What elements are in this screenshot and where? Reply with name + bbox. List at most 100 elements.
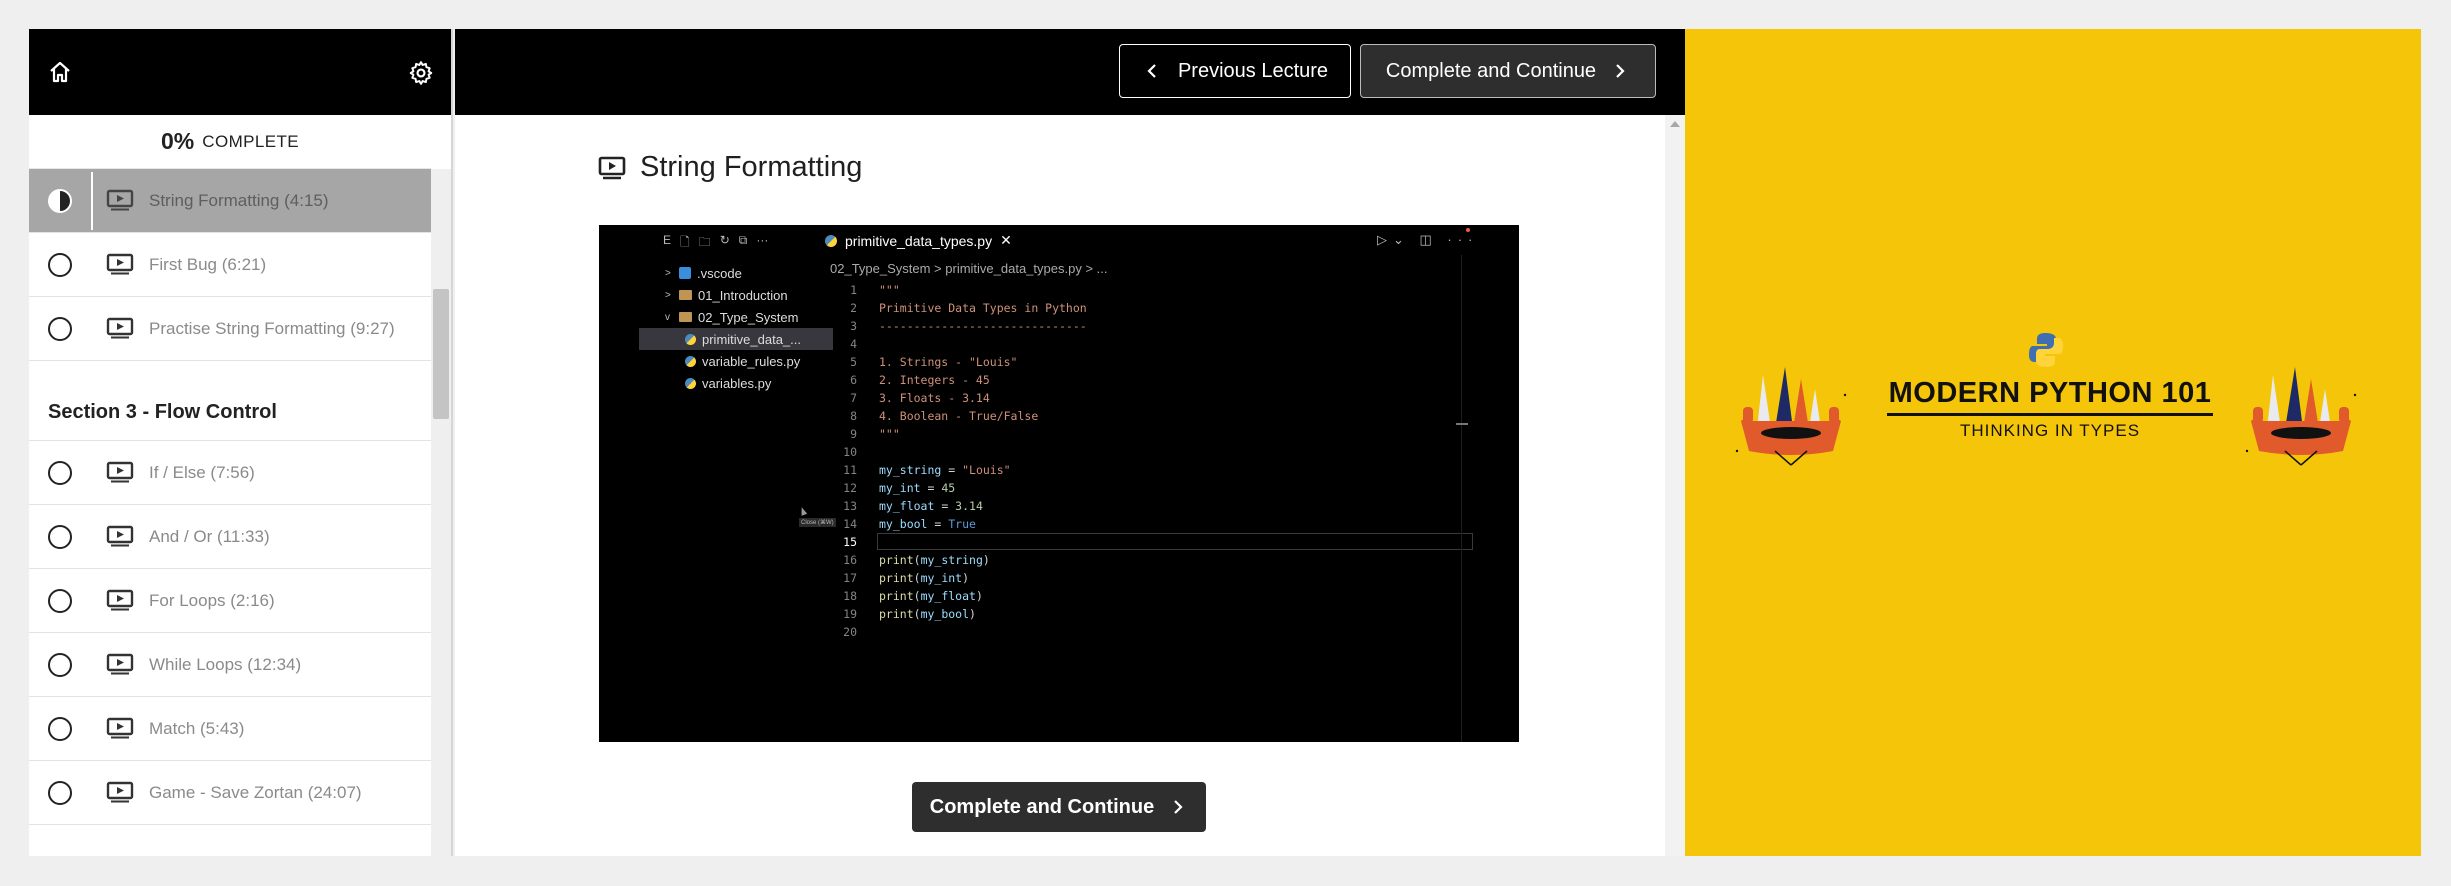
file-explorer-tree: > .vscode >01_Introduction v 02_Type_Syste…	[639, 262, 833, 394]
progress-label: COMPLETE	[202, 131, 299, 151]
new-folder-icon: 🗀	[698, 235, 711, 249]
tree-row: >01_Introduction	[665, 287, 788, 303]
complete-and-continue-button[interactable]: Complete and Continue	[912, 782, 1206, 832]
lecture-title: For Loops (2:16)	[149, 590, 275, 610]
close-tooltip: Close (⌘W)	[799, 518, 836, 527]
lecture-item[interactable]: If / Else (7:56)	[29, 441, 431, 505]
lecture-item[interactable]: For Loops (2:16)	[29, 569, 431, 633]
complete-and-continue-label: Complete and Continue	[1385, 59, 1597, 82]
close-icon: ✕	[1000, 232, 1012, 248]
incomplete-circle-icon	[48, 524, 72, 549]
tree-row: > .vscode	[665, 265, 742, 281]
status-dot	[1466, 228, 1470, 232]
minimap-marker	[1456, 423, 1468, 425]
explorer-label: E	[663, 233, 672, 247]
editor-tab-filename: primitive_data_types.py	[845, 232, 993, 249]
lecture-item[interactable]: Practise String Formatting (9:27)	[29, 297, 431, 361]
video-lecture-icon	[598, 156, 626, 179]
more-icon: ···	[756, 233, 769, 247]
gear-icon[interactable]	[405, 57, 437, 89]
sidebar-scrollbar-track[interactable]	[431, 169, 451, 856]
python-file-icon	[685, 377, 696, 389]
vscode-folder-icon	[679, 267, 691, 279]
collapse-icon: ⧉	[738, 233, 748, 247]
video-lecture-icon	[106, 253, 134, 275]
lecture-title-heading: String Formatting	[640, 151, 863, 183]
lecture-title: And / Or (11:33)	[149, 526, 270, 546]
lecture-topbar: Previous Lecture Complete and Continue	[455, 29, 1685, 115]
incomplete-circle-icon	[48, 588, 72, 613]
lecture-title: Practise String Formatting (9:27)	[149, 318, 395, 338]
folder-open-icon	[679, 312, 692, 322]
complete-and-continue-label: Complete and Continue	[929, 795, 1155, 818]
refresh-icon: ↻	[719, 233, 730, 247]
banner-divider	[1887, 413, 2213, 416]
video-lecture-icon	[106, 525, 134, 547]
video-lecture-icon	[106, 653, 134, 675]
sidebar-header	[29, 29, 451, 115]
lecture-item[interactable]: Game - Save Zortan (24:07)	[29, 761, 431, 825]
editor-explorer-toolbar: E 🗋 🗀 ↻ ⧉ ···	[663, 233, 768, 254]
lecture-item[interactable]: And / Or (11:33)	[29, 505, 431, 569]
python-file-icon	[825, 234, 837, 247]
chevron-right-icon	[1174, 800, 1183, 814]
code-editor: """ Primitive Data Types in Python -------…	[879, 283, 1087, 621]
tree-row: variable_rules.py	[663, 350, 833, 372]
python-logo-icon	[2029, 333, 2063, 367]
incomplete-circle-icon	[48, 252, 72, 277]
incomplete-circle-icon	[48, 460, 72, 485]
line-numbers: 1 2 3 4 5 6 7 8 9 10 11 12 13 14 15 16 17 18 19 20	[843, 283, 857, 639]
tree-row: variables.py	[663, 372, 833, 394]
lecture-item[interactable]: Match (5:43)	[29, 697, 431, 761]
tree-row-selected: primitive_data_...	[639, 328, 833, 350]
editor-actions: ▷⌄ ◫ ···	[1377, 232, 1479, 247]
lecture-title: String Formatting (4:15)	[149, 190, 329, 210]
editor-tab: primitive_data_types.py ✕	[825, 232, 1012, 249]
sailboat-left-illustration	[1735, 367, 1847, 466]
lecture-title: While Loops (12:34)	[149, 654, 302, 674]
incomplete-circle-icon	[48, 652, 72, 677]
course-sidebar: 0% COMPLETE String Formatting (4:15) Fir…	[29, 29, 453, 856]
previous-lecture-label: Previous Lecture	[1177, 59, 1329, 82]
video-lecture-icon	[106, 461, 134, 483]
editor-minimap	[1461, 255, 1462, 742]
incomplete-circle-icon	[48, 716, 72, 741]
python-file-icon	[685, 333, 696, 345]
home-icon[interactable]	[45, 57, 75, 87]
lecture-heading: String Formatting	[598, 151, 862, 184]
lecture-video-player[interactable]: E 🗋 🗀 ↻ ⧉ ··· primitive_data_types.py ✕ …	[599, 225, 1519, 742]
mouse-cursor-icon	[798, 506, 808, 516]
complete-and-continue-button-top[interactable]: Complete and Continue	[1360, 44, 1656, 98]
progress-half-icon	[48, 188, 72, 213]
banner-title: MODERN PYTHON 101	[1888, 377, 2212, 409]
lecture-item[interactable]: While Loops (12:34)	[29, 633, 431, 697]
sidebar-scrollbar-thumb[interactable]	[433, 289, 449, 419]
video-lecture-icon	[106, 781, 134, 803]
incomplete-circle-icon	[48, 780, 72, 805]
lecture-item[interactable]: First Bug (6:21)	[29, 233, 431, 297]
video-lecture-icon	[106, 189, 134, 211]
content-scrollbar[interactable]	[1665, 115, 1685, 856]
scroll-up-arrow-icon[interactable]	[1670, 121, 1680, 127]
lecture-title: Match (5:43)	[149, 718, 245, 738]
new-file-icon: 🗋	[680, 235, 690, 249]
tree-row: v 02_Type_System	[665, 309, 799, 325]
progress-percent: 0%	[161, 128, 195, 154]
video-lecture-icon	[106, 589, 134, 611]
sailboat-right-illustration	[2245, 367, 2357, 466]
python-file-icon	[685, 355, 696, 367]
section-title: Section 3 - Flow Control	[29, 361, 431, 441]
editor-breadcrumb: 02_Type_System > primitive_data_types.py…	[830, 261, 1108, 276]
course-progress: 0% COMPLETE	[29, 115, 431, 169]
previous-lecture-button[interactable]: Previous Lecture	[1119, 44, 1351, 98]
video-lecture-icon	[106, 717, 134, 739]
video-lecture-icon	[106, 317, 134, 339]
lecture-item-current[interactable]: String Formatting (4:15)	[29, 169, 431, 233]
lecture-list: String Formatting (4:15) First Bug (6:21…	[29, 169, 431, 825]
chevron-right-icon	[1616, 64, 1625, 78]
lecture-title: First Bug (6:21)	[149, 254, 267, 274]
lecture-title: Game - Save Zortan (24:07)	[149, 782, 362, 802]
folder-icon	[679, 290, 692, 300]
chevron-left-icon	[1147, 64, 1156, 78]
lecture-title: If / Else (7:56)	[149, 462, 255, 482]
